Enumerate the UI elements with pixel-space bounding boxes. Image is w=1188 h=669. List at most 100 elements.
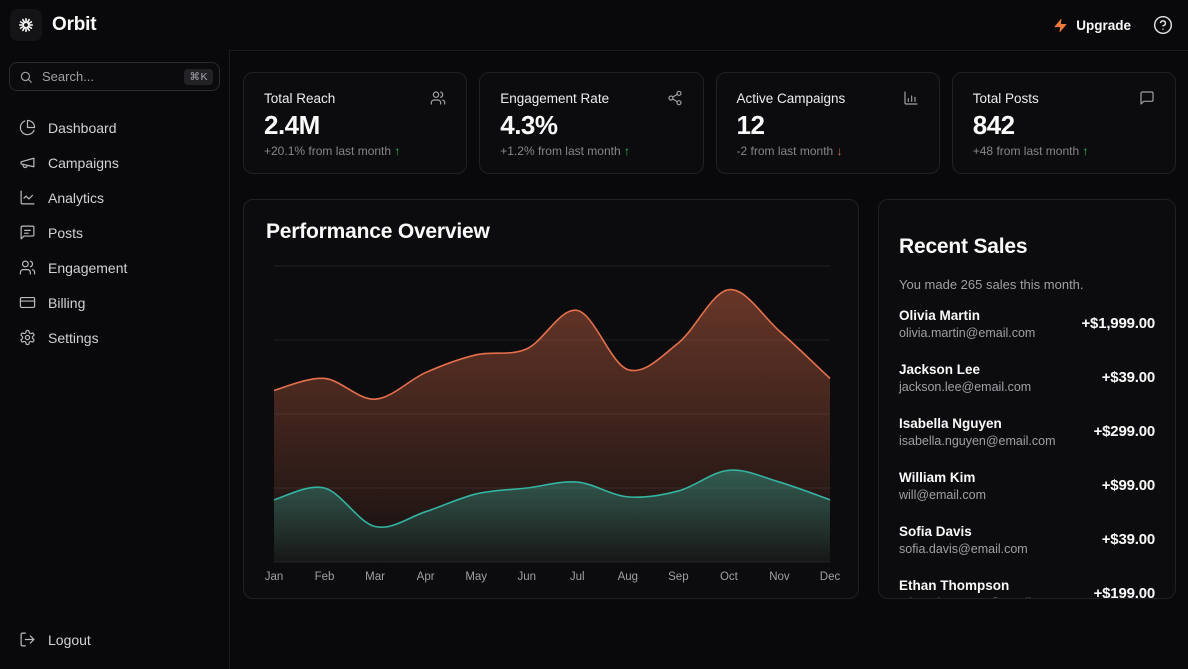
stat-delta: +20.1% from last month ↑ <box>264 144 446 158</box>
svg-text:Aug: Aug <box>618 571 638 583</box>
trend-up-icon: ↑ <box>624 144 630 158</box>
sale-name: Olivia Martin <box>899 308 1035 323</box>
logout-label: Logout <box>48 632 91 648</box>
stat-value: 4.3% <box>500 112 682 138</box>
search-box[interactable]: ⌘K <box>9 62 220 91</box>
sidebar-item-dashboard[interactable]: Dashboard <box>9 110 220 145</box>
performance-overview-card: Performance Overview JanFebMarAprMayJunJ… <box>243 199 859 599</box>
sidebar-item-label: Posts <box>48 225 83 241</box>
users-icon <box>430 90 446 106</box>
topbar-actions: Upgrade <box>1049 14 1173 37</box>
sidebar-item-engagement[interactable]: Engagement <box>9 250 220 285</box>
sidebar-item-settings[interactable]: Settings <box>9 320 220 355</box>
stat-label: Active Campaigns <box>737 91 846 106</box>
sale-row: Olivia Martin olivia.martin@email.com +$… <box>899 308 1155 340</box>
sale-row: Sofia Davis sofia.davis@email.com +$39.0… <box>899 524 1155 556</box>
message-square-icon <box>19 224 36 241</box>
help-circle-icon <box>1153 15 1173 35</box>
stat-delta: -2 from last month ↓ <box>737 144 919 158</box>
stat-card-total-reach: Total Reach 2.4M +20.1% from last month … <box>243 72 467 174</box>
svg-text:May: May <box>465 571 487 583</box>
pie-chart-icon <box>19 119 36 136</box>
recent-sales-card: Recent Sales You made 265 sales this mon… <box>878 199 1176 599</box>
sidebar-item-label: Engagement <box>48 260 127 276</box>
svg-text:Jul: Jul <box>570 571 585 583</box>
share-icon <box>667 90 683 106</box>
sale-amount: +$299.00 <box>1094 423 1155 440</box>
sale-email: olivia.martin@email.com <box>899 326 1035 340</box>
stat-card-engagement-rate: Engagement Rate 4.3% +1.2% from last mon… <box>479 72 703 174</box>
stat-label: Engagement Rate <box>500 91 609 106</box>
sidebar-item-billing[interactable]: Billing <box>9 285 220 320</box>
orbit-logo-icon <box>10 9 42 41</box>
sidebar: ⌘K Dashboard Campaigns <box>0 50 230 669</box>
sidebar-item-posts[interactable]: Posts <box>9 215 220 250</box>
sale-amount: +$1,999.00 <box>1082 315 1156 332</box>
sale-amount: +$39.00 <box>1102 531 1155 548</box>
brand: Orbit <box>10 9 96 41</box>
zap-icon <box>1053 18 1068 33</box>
stat-card-total-posts: Total Posts 842 +48 from last month ↑ <box>952 72 1176 174</box>
stat-label: Total Reach <box>264 91 335 106</box>
content-row: Performance Overview JanFebMarAprMayJunJ… <box>243 199 1176 599</box>
svg-text:Jun: Jun <box>517 571 536 583</box>
sidebar-item-label: Campaigns <box>48 155 119 171</box>
sidebar-item-label: Dashboard <box>48 120 117 136</box>
recent-sales-title: Recent Sales <box>899 235 1155 259</box>
sale-row: Ethan Thompson ethan.thompson@email.com … <box>899 578 1155 599</box>
help-button[interactable] <box>1153 15 1173 35</box>
trend-down-icon: ↓ <box>837 144 843 158</box>
line-chart-icon <box>19 189 36 206</box>
svg-text:Sep: Sep <box>668 571 688 583</box>
sidebar-item-campaigns[interactable]: Campaigns <box>9 145 220 180</box>
upgrade-label: Upgrade <box>1076 18 1131 33</box>
search-input[interactable] <box>40 68 177 85</box>
sale-email: sofia.davis@email.com <box>899 542 1028 556</box>
chart-title: Performance Overview <box>266 220 838 244</box>
sale-email: isabella.nguyen@email.com <box>899 434 1056 448</box>
stat-value: 2.4M <box>264 112 446 138</box>
sale-name: Isabella Nguyen <box>899 416 1056 431</box>
sale-name: Ethan Thompson <box>899 578 1058 593</box>
search-shortcut-badge: ⌘K <box>184 69 213 85</box>
svg-text:Jan: Jan <box>265 571 284 583</box>
logout-button[interactable]: Logout <box>9 622 220 657</box>
sale-amount: +$99.00 <box>1102 477 1155 494</box>
trend-up-icon: ↑ <box>394 144 400 158</box>
upgrade-button[interactable]: Upgrade <box>1049 14 1135 37</box>
stat-card-active-campaigns: Active Campaigns 12 -2 from last month ↓ <box>716 72 940 174</box>
sale-row: Jackson Lee jackson.lee@email.com +$39.0… <box>899 362 1155 394</box>
sale-row: William Kim will@email.com +$99.00 <box>899 470 1155 502</box>
brand-name: Orbit <box>52 14 96 36</box>
sidebar-item-label: Analytics <box>48 190 104 206</box>
stats-row: Total Reach 2.4M +20.1% from last month … <box>243 72 1176 174</box>
sale-name: Jackson Lee <box>899 362 1031 377</box>
search-icon <box>19 70 33 84</box>
sale-name: Sofia Davis <box>899 524 1028 539</box>
bar-chart-icon <box>903 90 919 106</box>
main-content: Total Reach 2.4M +20.1% from last month … <box>230 50 1188 669</box>
sale-email: will@email.com <box>899 488 986 502</box>
sidebar-item-analytics[interactable]: Analytics <box>9 180 220 215</box>
message-square-icon <box>1139 90 1155 106</box>
svg-text:Feb: Feb <box>315 571 335 583</box>
svg-text:Nov: Nov <box>769 571 790 583</box>
svg-text:Apr: Apr <box>417 571 435 583</box>
sale-row: Isabella Nguyen isabella.nguyen@email.co… <box>899 416 1155 448</box>
x-axis-labels: JanFebMarAprMayJunJulAugSepOctNovDec <box>265 571 840 583</box>
svg-text:Oct: Oct <box>720 571 739 583</box>
stat-label: Total Posts <box>973 91 1039 106</box>
sale-email: ethan.thompson@email.com <box>899 596 1058 599</box>
credit-card-icon <box>19 294 36 311</box>
trend-up-icon: ↑ <box>1082 144 1088 158</box>
sidebar-item-label: Billing <box>48 295 85 311</box>
recent-sales-subtitle: You made 265 sales this month. <box>899 277 1155 292</box>
users-icon <box>19 259 36 276</box>
sale-email: jackson.lee@email.com <box>899 380 1031 394</box>
performance-area-chart[interactable]: JanFebMarAprMayJunJulAugSepOctNovDec <box>264 250 840 586</box>
sidebar-nav: Dashboard Campaigns Analytics <box>9 110 220 355</box>
stat-delta: +1.2% from last month ↑ <box>500 144 682 158</box>
megaphone-icon <box>19 154 36 171</box>
topbar: Orbit Upgrade <box>0 0 1188 50</box>
stat-delta: +48 from last month ↑ <box>973 144 1155 158</box>
